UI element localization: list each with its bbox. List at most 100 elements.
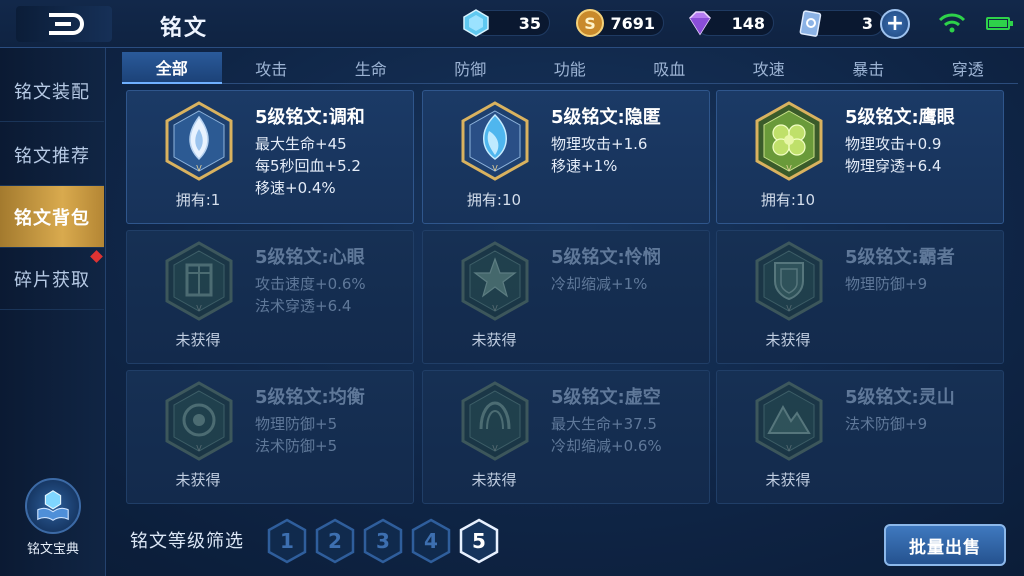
level-filter-label: 铭文等级筛选 (130, 531, 244, 552)
owned-count: 拥有:1 (175, 191, 221, 209)
sidebar-item-label: 铭文装配 (14, 81, 90, 103)
inscription-attributes: 攻击速度+0.6% 法术穿透+6.4 (255, 273, 366, 317)
gem-counter: 148 (689, 10, 774, 36)
inscription-attributes: 物理防御+9 (845, 273, 927, 295)
level-filter-label: 3 (376, 529, 390, 553)
inscription-name: 5级铭文:隐匿 (551, 107, 661, 128)
inscription-card[interactable]: V 5级铭文:鹰眼 物理攻击+0.9 物理穿透+6.4 拥有:10 (716, 90, 1004, 224)
svg-text:V: V (492, 444, 498, 453)
void-emblem-icon: V (459, 381, 531, 461)
tab-utility[interactable]: 功能 (520, 52, 620, 84)
sidebar-item-recommend[interactable]: 铭文推荐 (0, 124, 104, 186)
svg-text:V: V (196, 304, 202, 313)
circle-emblem-icon: V (163, 381, 235, 461)
inscription-card[interactable]: V 5级铭文:均衡 物理防御+5 法术防御+5 未获得 (126, 370, 414, 504)
inscription-card[interactable]: V 5级铭文:灵山 法术防御+9 未获得 (716, 370, 1004, 504)
shield-emblem-icon: V (753, 241, 825, 321)
tab-attack-speed[interactable]: 攻速 (719, 52, 819, 84)
inscription-attribute: 法术防御+9 (845, 415, 928, 433)
coupon-card-icon (795, 8, 825, 38)
inscription-card[interactable]: V 5级铭文:怜悯 冷却缩减+1% 未获得 (422, 230, 710, 364)
inscription-attributes: 法术防御+9 (845, 413, 927, 435)
svg-text:V: V (492, 164, 498, 173)
inscription-card[interactable]: V 5级铭文:调和 最大生命+45 每5秒回血+5.2 移速+0.4% 拥有:1 (126, 90, 414, 224)
gold-value: 7691 (610, 13, 655, 33)
level-filter-5[interactable]: 5 (458, 518, 500, 564)
level-filter-label: 4 (424, 529, 438, 553)
codex-button[interactable]: 铭文宝典 (18, 478, 88, 568)
inscription-attribute: 法术穿透+6.4 (255, 297, 352, 315)
add-coupon-button[interactable]: + (880, 9, 910, 39)
svg-text:V: V (196, 444, 202, 453)
mountain-emblem-icon: V (753, 381, 825, 461)
top-bar: 铭文 35 S 7691 148 3 + (0, 0, 1024, 48)
svg-text:S: S (584, 14, 596, 33)
tab-attack[interactable]: 攻击 (222, 52, 322, 84)
level-filter-2[interactable]: 2 (314, 518, 356, 564)
owned-status: 未获得 (471, 471, 517, 489)
owned-status: 未获得 (765, 331, 811, 349)
owned-status: 未获得 (175, 471, 221, 489)
diamond-crystal-icon (461, 8, 491, 38)
svg-text:V: V (196, 164, 202, 173)
inscription-attributes: 物理攻击+0.9 物理穿透+6.4 (845, 133, 941, 177)
inscription-name: 5级铭文:霸者 (845, 247, 955, 268)
star-emblem-icon: V (459, 241, 531, 321)
inscription-attribute: 物理攻击+0.9 (845, 135, 942, 153)
wifi-icon (938, 13, 966, 33)
inscription-attributes: 冷却缩减+1% (551, 273, 647, 295)
tab-crit[interactable]: 暴击 (819, 52, 919, 84)
inscription-attribute: 物理防御+5 (255, 415, 338, 433)
inscription-attributes: 最大生命+37.5 冷却缩减+0.6% (551, 413, 662, 457)
inscription-card[interactable]: V 5级铭文:隐匿 物理攻击+1.6 移速+1% 拥有:10 (422, 90, 710, 224)
tab-all[interactable]: 全部 (122, 52, 222, 84)
svg-text:V: V (786, 164, 792, 173)
purple-gem-icon (685, 8, 715, 38)
level-filter-label: 5 (472, 529, 486, 553)
coupon-counter: 3 (799, 10, 884, 37)
sidebar-item-assemble[interactable]: 铭文装配 (0, 60, 104, 122)
svg-text:V: V (786, 444, 792, 453)
inscription-name: 5级铭文:灵山 (845, 387, 955, 408)
tab-penetration[interactable]: 穿透 (918, 52, 1018, 84)
svg-text:V: V (786, 304, 792, 313)
gem-value: 148 (731, 13, 765, 33)
inscription-card[interactable]: V 5级铭文:心眼 攻击速度+0.6% 法术穿透+6.4 未获得 (126, 230, 414, 364)
inscription-attributes: 物理防御+5 法术防御+5 (255, 413, 337, 457)
inscription-attribute: 每5秒回血+5.2 (255, 157, 361, 175)
level-filter-3[interactable]: 3 (362, 518, 404, 564)
inscription-attribute: 攻击速度+0.6% (255, 275, 366, 293)
white-flame-emblem-icon: V (163, 101, 235, 181)
inscription-card[interactable]: V 5级铭文:霸者 物理防御+9 未获得 (716, 230, 1004, 364)
inscription-attribute: 冷却缩减+0.6% (551, 437, 662, 455)
inscription-attribute: 最大生命+37.5 (551, 415, 657, 433)
blue-flame-emblem-icon: V (459, 101, 531, 181)
inscription-attribute: 冷却缩减+1% (551, 275, 648, 293)
tab-health[interactable]: 生命 (321, 52, 421, 84)
codex-label: 铭文宝典 (26, 542, 79, 557)
category-tabs: 全部 攻击 生命 防御 功能 吸血 攻速 暴击 穿透 (122, 52, 1018, 84)
bulk-sell-button[interactable]: 批量出售 (884, 524, 1006, 566)
sidebar-item-backpack[interactable]: 铭文背包 (0, 186, 104, 248)
gate-emblem-icon: V (163, 241, 235, 321)
inscription-name: 5级铭文:鹰眼 (845, 107, 955, 128)
tab-defense[interactable]: 防御 (421, 52, 521, 84)
owned-status: 未获得 (175, 331, 221, 349)
inscription-name: 5级铭文:虚空 (551, 387, 661, 408)
back-button[interactable] (16, 6, 112, 42)
inscription-attribute: 移速+0.4% (255, 179, 336, 197)
sidebar-item-fragments[interactable]: 碎片获取 (0, 248, 104, 310)
inscription-attributes: 最大生命+45 每5秒回血+5.2 移速+0.4% (255, 133, 361, 199)
tab-lifesteal[interactable]: 吸血 (620, 52, 720, 84)
sidebar-item-label: 铭文推荐 (14, 145, 90, 167)
owned-status: 未获得 (471, 331, 517, 349)
diamond-value: 35 (518, 13, 541, 33)
gold-coin-icon: S (575, 8, 605, 38)
gold-counter: S 7691 (576, 9, 664, 37)
inscription-attribute: 法术防御+5 (255, 437, 338, 455)
inscription-attribute: 物理攻击+1.6 (551, 135, 648, 153)
level-filter-4[interactable]: 4 (410, 518, 452, 564)
inscription-card[interactable]: V 5级铭文:虚空 最大生命+37.5 冷却缩减+0.6% 未获得 (422, 370, 710, 504)
level-filter-1[interactable]: 1 (266, 518, 308, 564)
inscription-name: 5级铭文:均衡 (255, 387, 365, 408)
